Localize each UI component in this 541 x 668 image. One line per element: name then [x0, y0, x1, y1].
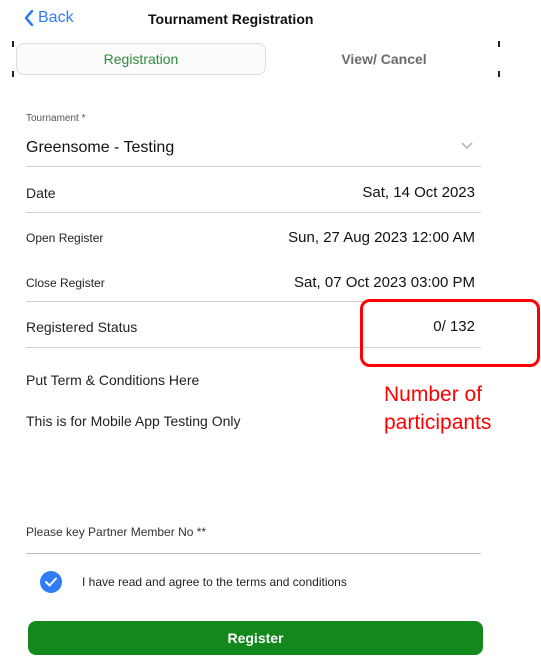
chevron-left-icon [24, 10, 34, 26]
tab-frame-corner [12, 71, 14, 77]
close-register-value: Sat, 07 Oct 2023 03:00 PM [294, 274, 475, 291]
annotation-line: participants [384, 411, 492, 434]
back-label: Back [38, 9, 74, 26]
tournament-value: Greensome - Testing [26, 139, 175, 156]
divider [26, 166, 481, 167]
tournament-select[interactable]: Greensome - Testing [26, 137, 481, 163]
input-underline [26, 553, 481, 554]
tab-frame-corner [498, 71, 500, 77]
open-register-value: Sun, 27 Aug 2023 12:00 AM [288, 229, 475, 246]
back-button[interactable]: Back [24, 9, 74, 27]
agree-checkbox[interactable] [40, 571, 62, 593]
date-value: Sat, 14 Oct 2023 [362, 184, 475, 201]
tab-view-cancel[interactable]: View/ Cancel [274, 43, 494, 75]
tournament-label: Tournament * [26, 113, 86, 124]
testing-note: This is for Mobile App Testing Only [26, 413, 241, 429]
partner-member-input[interactable]: Please key Partner Member No ** [26, 525, 206, 539]
tab-bar: Registration View/ Cancel [12, 41, 500, 77]
annotation-highlight-box [360, 299, 540, 367]
annotation-label: Number of participants [384, 381, 491, 437]
annotation-line: Number of [384, 383, 483, 406]
tab-frame-corner [12, 41, 14, 47]
page-title: Tournament Registration [148, 11, 314, 27]
close-register-label: Close Register [26, 276, 105, 290]
register-button[interactable]: Register [28, 621, 483, 655]
open-register-label: Open Register [26, 231, 104, 245]
chevron-down-icon [461, 142, 473, 150]
date-label: Date [26, 185, 56, 201]
registered-status-label: Registered Status [26, 319, 138, 335]
checkmark-icon [45, 577, 57, 587]
tab-registration[interactable]: Registration [16, 43, 266, 75]
divider [26, 212, 481, 213]
agree-label: I have read and agree to the terms and c… [82, 575, 347, 589]
terms-text: Put Term & Conditions Here [26, 372, 200, 388]
tab-frame-corner [498, 41, 500, 47]
